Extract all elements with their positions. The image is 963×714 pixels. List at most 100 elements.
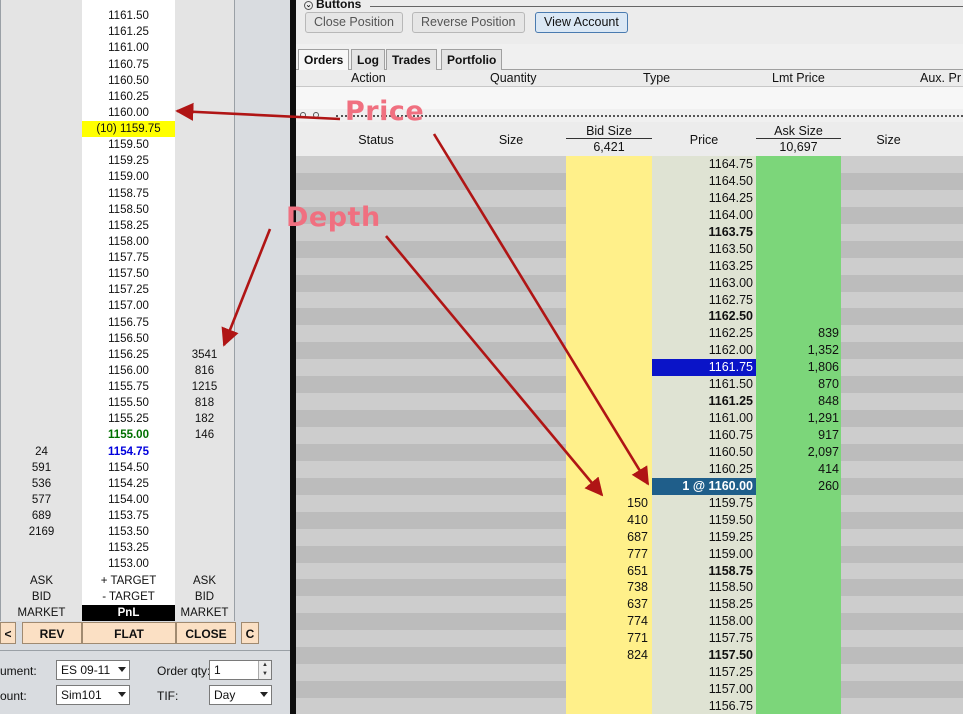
ladder-bid-cell[interactable]: 2169 xyxy=(0,524,83,541)
ladder-ask-cell[interactable]: ASK xyxy=(175,572,235,589)
ladder-bid-cell[interactable] xyxy=(0,395,83,412)
reverse-button[interactable]: REV xyxy=(22,622,82,644)
ladder-bid-cell[interactable] xyxy=(0,314,83,331)
ladder-ask-cell[interactable] xyxy=(175,491,235,508)
depth-ask-size-cell[interactable] xyxy=(756,647,841,665)
depth-price-cell[interactable]: 1161.75 xyxy=(652,359,756,377)
depth-price-cell[interactable]: 1159.00 xyxy=(652,545,756,563)
depth-ask-size-cell[interactable]: 1,352 xyxy=(756,342,841,360)
ladder-bid-cell[interactable] xyxy=(0,379,83,396)
depth-ask-size-cell[interactable] xyxy=(756,172,841,190)
depth-bid-size-cell[interactable] xyxy=(566,156,652,173)
ladder-price-cell[interactable]: 1159.50 xyxy=(82,137,176,154)
col-bid-size[interactable]: Bid Size xyxy=(566,124,652,139)
ladder-price-cell[interactable]: 1158.25 xyxy=(82,217,176,234)
ladder-price-cell[interactable]: 1158.00 xyxy=(82,233,176,250)
depth-bid-size-cell[interactable]: 824 xyxy=(566,647,652,665)
depth-row[interactable]: 1164.75 xyxy=(296,156,963,173)
depth-bid-size-cell[interactable] xyxy=(566,664,652,682)
depth-bid-size-cell[interactable] xyxy=(566,274,652,292)
depth-ask-size-cell[interactable] xyxy=(756,494,841,512)
depth-bid-size-cell[interactable]: 771 xyxy=(566,630,652,648)
ladder-price-cell[interactable]: 1160.75 xyxy=(82,56,176,73)
ladder-bid-cell[interactable] xyxy=(0,72,83,89)
ladder-price-cell[interactable]: 1161.00 xyxy=(82,40,176,57)
ladder-price-cell[interactable]: 1157.50 xyxy=(82,266,176,283)
depth-ask-size-cell[interactable] xyxy=(756,664,841,682)
depth-row[interactable]: 1160.75 917 xyxy=(296,427,963,444)
depth-row[interactable]: 777 1159.00 xyxy=(296,545,963,563)
ladder-ask-cell[interactable]: 182 xyxy=(175,411,235,428)
ladder-price-cell[interactable]: 1153.25 xyxy=(82,540,176,557)
ladder-price-cell[interactable]: 1154.25 xyxy=(82,475,176,492)
depth-price-cell[interactable]: 1157.25 xyxy=(652,664,756,682)
ladder-bid-cell[interactable] xyxy=(0,201,83,218)
ladder-price-cell[interactable]: 1153.00 xyxy=(82,556,176,573)
depth-bid-size-cell[interactable] xyxy=(566,342,652,360)
depth-row[interactable]: 1161.50 870 xyxy=(296,376,963,394)
depth-price-cell[interactable]: 1161.25 xyxy=(652,393,756,411)
ladder-ask-cell[interactable] xyxy=(175,540,235,557)
depth-price-cell[interactable]: 1156.75 xyxy=(652,698,756,714)
depth-ask-size-cell[interactable] xyxy=(756,579,841,597)
ladder-price-cell[interactable]: 1157.00 xyxy=(82,298,176,315)
depth-bid-size-cell[interactable]: 687 xyxy=(566,528,652,546)
ladder-bid-cell[interactable] xyxy=(0,362,83,379)
depth-bid-size-cell[interactable] xyxy=(566,376,652,394)
depth-ask-size-cell[interactable] xyxy=(756,562,841,580)
ladder-ask-cell[interactable] xyxy=(175,508,235,525)
ladder-bid-cell[interactable] xyxy=(0,540,83,557)
depth-bid-size-cell[interactable] xyxy=(566,291,652,309)
depth-ask-size-cell[interactable]: 848 xyxy=(756,393,841,411)
depth-price-cell[interactable]: 1162.50 xyxy=(652,308,756,326)
ladder-price-cell[interactable] xyxy=(82,0,176,9)
ladder-ask-cell[interactable] xyxy=(175,233,235,250)
depth-price-cell[interactable]: 1164.25 xyxy=(652,189,756,207)
depth-price-cell[interactable]: 1162.00 xyxy=(652,342,756,360)
depth-row[interactable]: 1164.00 xyxy=(296,206,963,224)
depth-row[interactable]: 687 1159.25 xyxy=(296,528,963,546)
depth-ask-size-cell[interactable]: 917 xyxy=(756,427,841,444)
ladder-price-cell[interactable]: (10) 1159.75 xyxy=(82,121,176,138)
depth-row[interactable]: 637 1158.25 xyxy=(296,596,963,614)
ladder-bid-cell[interactable]: 24 xyxy=(0,443,83,460)
depth-row[interactable]: 774 1158.00 xyxy=(296,613,963,631)
ladder-ask-cell[interactable]: BID xyxy=(175,588,235,605)
close-position-button[interactable]: Close Position xyxy=(305,12,403,33)
account-select[interactable]: Sim101 xyxy=(56,685,130,705)
depth-bid-size-cell[interactable]: 410 xyxy=(566,511,652,529)
depth-row[interactable]: 1163.50 xyxy=(296,240,963,258)
buttons-section-title[interactable]: ⌄ Buttons xyxy=(304,0,361,11)
depth-ask-size-cell[interactable] xyxy=(756,240,841,258)
reverse-position-button[interactable]: Reverse Position xyxy=(412,12,525,33)
depth-bid-size-cell[interactable] xyxy=(566,410,652,427)
col-lmt-price[interactable]: Lmt Price xyxy=(772,71,825,85)
ladder-ask-cell[interactable] xyxy=(175,217,235,234)
depth-price-cell[interactable]: 1157.50 xyxy=(652,647,756,665)
depth-row[interactable]: 824 1157.50 xyxy=(296,647,963,665)
depth-bid-size-cell[interactable] xyxy=(566,189,652,207)
depth-ask-size-cell[interactable]: 1,806 xyxy=(756,359,841,377)
depth-bid-size-cell[interactable] xyxy=(566,393,652,411)
ladder-ask-cell[interactable] xyxy=(175,282,235,299)
ladder-ask-cell[interactable]: 3541 xyxy=(175,346,235,363)
depth-price-cell[interactable]: 1161.00 xyxy=(652,410,756,427)
depth-bid-size-cell[interactable] xyxy=(566,257,652,275)
depth-row[interactable]: 150 1159.75 xyxy=(296,494,963,512)
ladder-ask-cell[interactable] xyxy=(175,121,235,138)
ladder-bid-cell[interactable] xyxy=(0,104,83,121)
ladder-bid-cell[interactable] xyxy=(0,330,83,347)
ladder-bid-cell[interactable]: 591 xyxy=(0,459,83,476)
depth-bid-size-cell[interactable] xyxy=(566,681,652,698)
ladder-price-cell[interactable]: + TARGET xyxy=(82,572,176,589)
ladder-ask-cell[interactable] xyxy=(175,72,235,89)
ladder-price-cell[interactable]: 1161.50 xyxy=(82,8,176,25)
depth-price-cell[interactable]: 1161.50 xyxy=(652,376,756,394)
depth-row[interactable]: 1161.75 1,806 xyxy=(296,359,963,377)
ladder-bid-cell[interactable]: 536 xyxy=(0,475,83,492)
depth-ask-size-cell[interactable] xyxy=(756,613,841,631)
ladder-ask-cell[interactable] xyxy=(175,556,235,573)
ladder-ask-cell[interactable] xyxy=(175,40,235,57)
ladder-price-cell[interactable]: 1157.75 xyxy=(82,250,176,267)
depth-ask-size-cell[interactable] xyxy=(756,189,841,207)
